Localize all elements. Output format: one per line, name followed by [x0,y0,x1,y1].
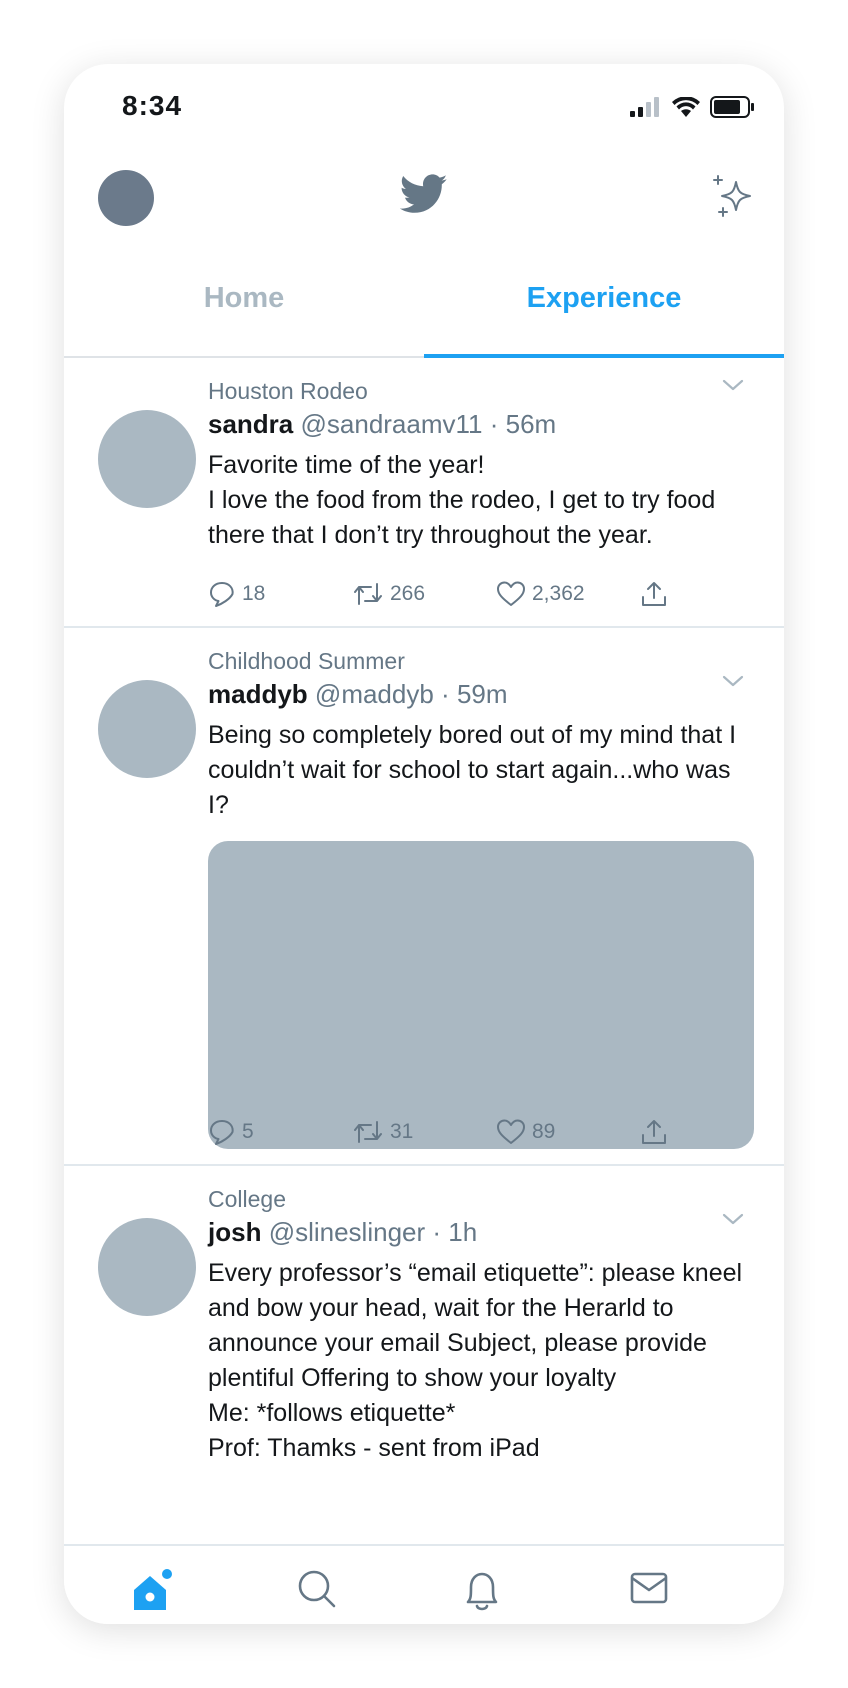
retweet-button[interactable]: 266 [352,580,496,608]
reply-button[interactable]: 18 [208,580,352,608]
retweet-icon [354,1121,382,1143]
tweet-dot: · [482,409,506,439]
sparkle-icon[interactable] [712,174,754,218]
tweet-dot: · [433,679,457,709]
bell-icon[interactable] [462,1568,502,1612]
top-bar [64,144,784,240]
tab-home[interactable]: Home [64,240,424,356]
tweet-avatar[interactable] [98,680,196,778]
tweet-text: Favorite time of the year! I love the fo… [208,451,716,549]
share-icon [642,1120,666,1144]
tweet-header: sandra @sandraamv11 · 56m [208,406,750,442]
tweet-author-name[interactable]: josh [208,1217,261,1247]
tweet-author-handle[interactable]: @maddyb [315,679,434,709]
mail-icon[interactable] [628,1568,670,1608]
tweet-author-handle[interactable]: @slineslinger [269,1217,425,1247]
tab-experience[interactable]: Experience [424,240,784,356]
tweet-dot: · [425,1217,449,1247]
bottom-tab-bar [64,1544,784,1624]
tweet[interactable]: Houston Rodeo sandra @sandraamv11 · 56m … [64,358,784,628]
tweet-header: josh @slineslinger · 1h [208,1214,750,1250]
tweet-context[interactable]: Childhood Summer [208,646,750,676]
tweet-time: 56m [505,409,557,439]
tweet[interactable]: College josh @slineslinger · 1h Every pr… [64,1166,784,1544]
battery-icon [710,96,754,118]
reply-count: 18 [242,582,266,605]
tweet-header: maddyb @maddyb · 59m [208,676,750,712]
retweet-button[interactable]: 31 [352,1118,496,1146]
feed: Houston Rodeo sandra @sandraamv11 · 56m … [64,358,784,1544]
retweet-icon [354,583,382,605]
tweet[interactable]: Childhood Summer maddyb @maddyb · 59m Be… [64,628,784,1166]
search-icon[interactable] [296,1568,338,1610]
reply-count: 5 [242,1120,254,1143]
retweet-count: 31 [390,1120,414,1143]
profile-avatar[interactable] [98,170,154,226]
tweet-actions: 18 266 2,362 [208,580,784,608]
tweet-context[interactable]: College [208,1184,750,1214]
tweet-author-name[interactable]: sandra [208,409,293,439]
like-icon [497,1119,525,1144]
status-bar: 8:34 [64,64,784,144]
wifi-icon [672,97,700,117]
like-count: 89 [532,1120,556,1143]
tweet-avatar[interactable] [98,1218,196,1316]
tweet-avatar[interactable] [98,410,196,508]
home-icon[interactable] [130,1568,174,1614]
like-count: 2,362 [532,582,585,605]
tweet-text: Every professor’s “email etiquette”: ple… [208,1259,743,1462]
tweet-time: 59m [456,679,508,709]
tweet-actions: 5 31 89 [208,1118,784,1146]
like-icon [497,581,525,606]
share-button[interactable] [640,580,784,608]
like-button[interactable]: 89 [496,1118,640,1146]
tweet-context[interactable]: Houston Rodeo [208,376,750,406]
reply-icon [210,1120,234,1145]
tweet-author-name[interactable]: maddyb [208,679,308,709]
signal-icon [630,97,659,117]
share-button[interactable] [640,1118,784,1146]
share-icon [642,582,666,606]
retweet-count: 266 [390,582,426,605]
reply-icon [210,582,234,607]
tweet-content: College josh @slineslinger · 1h Every pr… [208,1184,750,1466]
tweet-time: 1h [448,1217,478,1247]
tweet-author-handle[interactable]: @sandraamv11 [301,409,483,439]
tweet-content: Houston Rodeo sandra @sandraamv11 · 56m … [208,376,750,553]
reply-button[interactable]: 5 [208,1118,352,1146]
phone-frame: 8:34 Home Experience Houston Rodeo sandr… [64,64,784,1624]
timeline-tabs: Home Experience [64,240,784,358]
tweet-content: Childhood Summer maddyb @maddyb · 59m Be… [208,646,754,1149]
status-icons [630,96,754,118]
like-button[interactable]: 2,362 [496,580,640,608]
twitter-bird-icon [400,174,448,213]
tweet-media[interactable] [208,841,754,1149]
tweet-text: Being so completely bored out of my mind… [208,721,737,819]
status-time: 8:34 [122,90,183,121]
